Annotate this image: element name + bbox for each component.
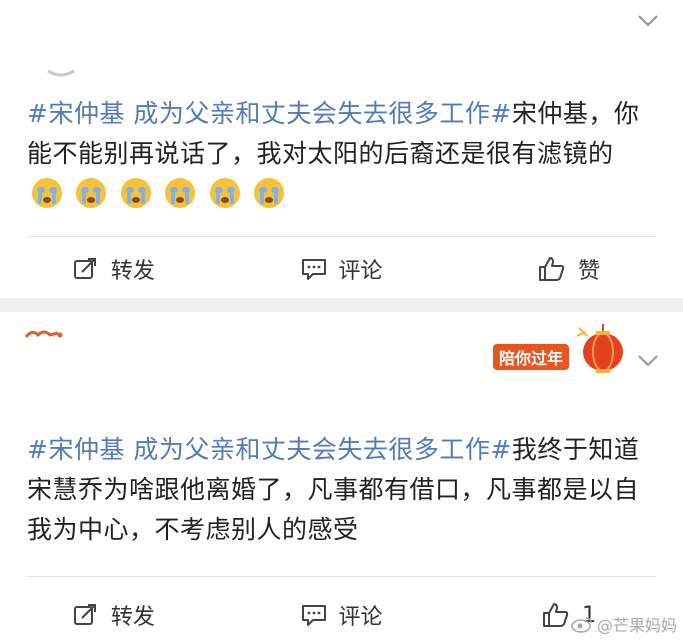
- hashtag-link[interactable]: #宋仲基 成为父亲和丈夫会失去很多工作#: [27, 99, 512, 128]
- comment-label: 评论: [338, 605, 383, 630]
- comment-icon: [301, 259, 326, 280]
- crying-emoji-icon: [254, 178, 285, 208]
- avatar[interactable]: [24, 326, 64, 340]
- crying-emoji-icon: [209, 178, 240, 208]
- comment-label: 评论: [338, 259, 383, 284]
- watermark-text: @芒果妈妈: [596, 616, 677, 635]
- comment-icon: [301, 605, 326, 626]
- weibo-logo-icon: [571, 617, 592, 633]
- festive-badge: 陪你过年: [489, 322, 625, 384]
- badge-text: 陪你过年: [493, 344, 570, 370]
- thumbs-up-icon: [543, 603, 569, 627]
- comment-button[interactable]: 评论: [228, 599, 456, 631]
- repost-icon: [73, 258, 96, 279]
- post-separator: [0, 298, 683, 312]
- divider: [27, 236, 656, 237]
- lantern-icon: [576, 324, 623, 373]
- repost-button[interactable]: 转发: [0, 253, 228, 285]
- crying-emoji-icon: [120, 178, 151, 208]
- post-text: #宋仲基 成为父亲和丈夫会失去很多工作#我终于知道宋慧乔为啥跟他离婚了，凡事都有…: [27, 430, 649, 550]
- avatar[interactable]: [46, 64, 76, 77]
- crying-emoji-icon: [76, 178, 107, 208]
- chevron-down-icon[interactable]: [635, 10, 661, 30]
- divider: [27, 576, 656, 577]
- like-label: 赞: [578, 259, 601, 284]
- weibo-post-1: #宋仲基 成为父亲和丈夫会失去很多工作#宋仲基，你能不能别再说话了，我对太阳的后…: [0, 0, 683, 298]
- repost-label: 转发: [110, 259, 155, 284]
- emoji-row: [27, 175, 285, 215]
- like-button[interactable]: 赞: [455, 253, 683, 285]
- hashtag-link[interactable]: #宋仲基 成为父亲和丈夫会失去很多工作#: [27, 435, 512, 464]
- repost-button[interactable]: 转发: [0, 599, 228, 631]
- weibo-post-2: 陪你过年 #宋仲基 成为父亲和丈夫会失去很多工作#我终于知道宋慧乔为啥跟他离婚了…: [0, 312, 683, 640]
- watermark: @芒果妈妈: [571, 612, 677, 636]
- action-bar: 转发 评论 赞: [0, 244, 683, 294]
- repost-label: 转发: [110, 605, 155, 630]
- crying-emoji-icon: [165, 178, 196, 208]
- post-text: #宋仲基 成为父亲和丈夫会失去很多工作#宋仲基，你能不能别再说话了，我对太阳的后…: [27, 94, 649, 215]
- crying-emoji-icon: [32, 178, 62, 208]
- thumbs-up-icon: [539, 257, 565, 281]
- repost-icon: [73, 604, 96, 625]
- comment-button[interactable]: 评论: [228, 253, 456, 285]
- chevron-down-icon[interactable]: [635, 350, 661, 370]
